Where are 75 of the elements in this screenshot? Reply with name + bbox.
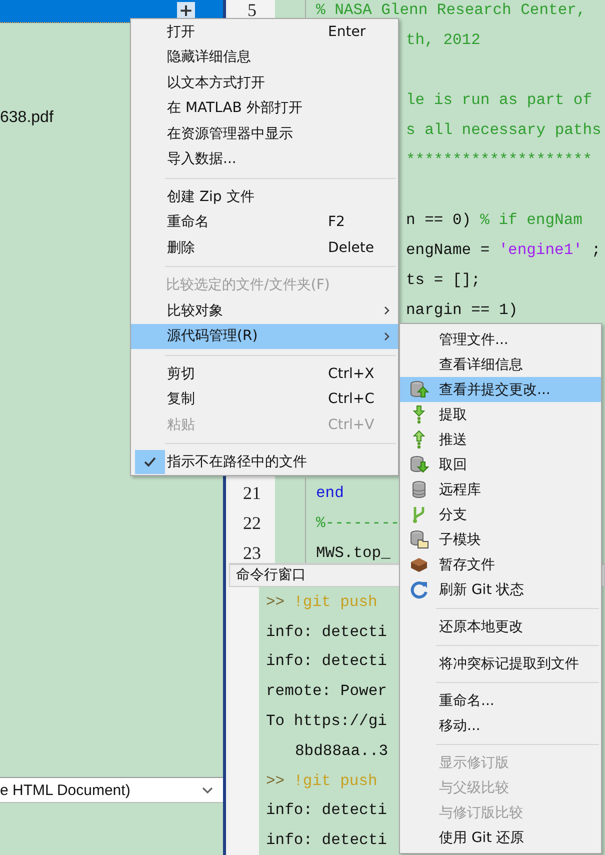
shortcut-text: F2 — [328, 214, 345, 230]
menu-item[interactable]: 创建 Zip 文件 — [131, 184, 398, 210]
menu-item[interactable]: 远程库 — [400, 477, 601, 502]
type-dropdown[interactable]: e HTML Document) — [0, 777, 223, 803]
code-text: le is run as part of — [406, 91, 592, 109]
code-text: th, 2012 — [406, 31, 480, 49]
menu-item[interactable]: 在 MATLAB 外部打开 — [131, 96, 398, 121]
line-number: 22 — [243, 512, 261, 534]
menu-item[interactable]: 使用 Git 还原 — [400, 825, 601, 850]
code-text: % if engNam — [480, 211, 582, 229]
output-text: To https://gi — [266, 712, 387, 730]
menu-item[interactable]: 删除 Delete — [131, 235, 398, 260]
menu-item[interactable]: 移动... — [400, 713, 601, 738]
menu-item[interactable]: 取回 — [400, 452, 601, 477]
line-number: 21 — [243, 482, 261, 504]
menu-item[interactable]: 导入数据... — [131, 146, 398, 172]
refresh-icon — [410, 580, 428, 599]
code-text: n == 0) — [406, 211, 472, 229]
code-text: engName = — [406, 241, 490, 259]
shortcut-text: Enter — [328, 24, 366, 40]
command-text: !git push — [294, 772, 378, 790]
code-text: s all necessary paths — [406, 121, 602, 139]
code-text: 'engine1' — [498, 241, 582, 259]
menu-item[interactable]: 重命名... — [400, 688, 601, 713]
line-number: 5 — [248, 0, 256, 20]
menu-item[interactable]: 提取 — [400, 402, 601, 427]
code-text: nargin == 1) — [406, 301, 518, 319]
menu-item[interactable]: 暂存文件 — [400, 552, 601, 577]
shortcut-text: Ctrl+V — [328, 416, 374, 433]
shortcut-text: Delete — [328, 240, 374, 256]
prompt-text: >> — [266, 592, 285, 611]
code-text: end — [316, 484, 344, 502]
menu-item[interactable]: 管理文件... — [400, 327, 601, 352]
output-text: info: detecti — [266, 652, 387, 670]
menu-item[interactable]: 剪切 Ctrl+X — [131, 361, 398, 386]
menu-item[interactable]: 复制 Ctrl+C — [131, 386, 398, 412]
output-text: info: detecti — [266, 801, 387, 820]
menu-item[interactable]: 分支 — [400, 502, 601, 527]
output-text: 8bd88aa..3 — [294, 742, 388, 760]
menu-item[interactable]: 源代码管理(R) — [131, 324, 398, 349]
code-text: ; — [591, 241, 601, 259]
menu-item[interactable]: 隐藏详细信息 — [131, 44, 398, 70]
database-icon — [410, 480, 428, 499]
database-upload-icon — [410, 380, 428, 399]
panel-title: 命令行窗口 — [236, 566, 306, 584]
code-text: % NASA Glenn Research Center, — [316, 1, 586, 19]
menu-item[interactable]: 将冲突标记提取到文件 — [400, 651, 601, 676]
code-text: %-------- — [316, 514, 400, 532]
chevron-down-icon — [202, 786, 213, 794]
menu-item[interactable]: 在资源管理器中显示 — [131, 121, 398, 146]
file-row[interactable]: + — [0, 0, 223, 23]
box-icon — [410, 555, 428, 574]
menu-item[interactable]: 比较对象 — [131, 298, 398, 324]
menu-item[interactable]: 刷新 Git 状态 — [400, 577, 601, 602]
output-text: info: detecti — [266, 831, 387, 850]
menu-item[interactable]: 查看并提交更改... — [400, 377, 601, 402]
code-text: ******************** — [406, 151, 592, 169]
menu-item[interactable]: 以文本方式打开 — [131, 70, 398, 96]
menu-item[interactable]: 重命名 F2 — [131, 210, 398, 235]
line-number: 23 — [243, 542, 261, 563]
menu-item[interactable]: 推送 — [400, 427, 601, 452]
command-text: !git push — [294, 592, 378, 611]
menu-item[interactable]: 还原本地更改 — [400, 614, 601, 639]
shortcut-text: Ctrl+C — [328, 391, 374, 408]
menu-item[interactable]: 查看详细信息 — [400, 352, 601, 377]
shortcut-text: Ctrl+X — [328, 366, 374, 382]
code-text: MWS.top_ — [316, 544, 390, 562]
prompt-text: >> — [266, 772, 285, 790]
output-text: info: detecti — [266, 622, 387, 641]
menu-item[interactable]: 子模块 — [400, 527, 601, 552]
menu-item[interactable]: 指示不在路径中的文件 — [131, 450, 398, 475]
database-folder-icon — [410, 530, 428, 549]
code-text: ts = []; — [406, 271, 480, 289]
database-download-icon — [410, 455, 428, 474]
output-text: remote: Power — [266, 682, 387, 700]
